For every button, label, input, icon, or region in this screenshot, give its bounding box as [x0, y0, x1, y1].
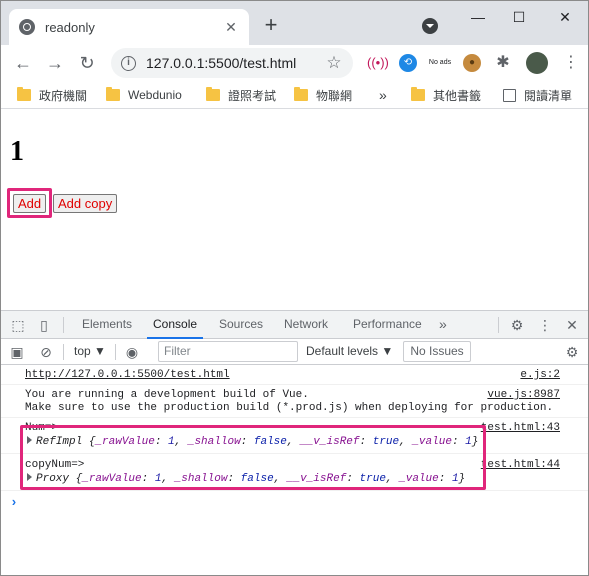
context-selector[interactable]: top ▼	[74, 344, 106, 358]
other-bookmarks-folder[interactable]: 其他書籤	[411, 86, 481, 104]
toolbar: ← → ↻ i 127.0.0.1:5500/test.html ☆ ((•))…	[1, 45, 588, 81]
tab-sources[interactable]: Sources	[219, 311, 263, 339]
tab-search-icon[interactable]	[422, 18, 438, 34]
divider	[63, 317, 64, 333]
clear-console-icon[interactable]: ⊘	[37, 343, 55, 361]
live-expression-eye-icon[interactable]: ◉	[123, 343, 141, 361]
log-source-link[interactable]: test.html:43	[481, 422, 560, 434]
folder-icon	[294, 87, 308, 101]
maximize-button[interactable]: ☐	[507, 7, 531, 27]
divider	[1, 417, 588, 418]
log-levels-dropdown[interactable]: Default levels ▼	[306, 344, 393, 358]
menu-kebab-icon[interactable]: ⋮	[559, 51, 583, 75]
close-devtools-icon[interactable]: ✕	[563, 316, 581, 334]
folder-icon	[206, 87, 220, 101]
bookmark-label: Webdunio	[128, 88, 182, 102]
highlight-box	[7, 188, 52, 218]
log-source-link[interactable]: e.js:2	[520, 369, 560, 381]
console-toolbar: ▣ ⊘ top ▼ ◉ Filter Default levels ▼ No I…	[1, 339, 588, 365]
close-window-button[interactable]: ✕	[553, 7, 577, 27]
devtools-menu-icon[interactable]: ⋮	[536, 316, 554, 334]
tab-title: readonly	[45, 19, 95, 35]
bookmark-folder[interactable]: Webdunio	[106, 86, 182, 104]
log-url-link[interactable]: http://127.0.0.1:5500/test.html	[25, 369, 230, 381]
devtools-panel: ⬚ ▯ Elements Console Sources Network Per…	[1, 310, 588, 575]
divider	[63, 344, 64, 360]
tab-console[interactable]: Console	[147, 311, 204, 339]
issues-button[interactable]: No Issues	[403, 341, 471, 362]
folder-icon	[411, 87, 425, 101]
minimize-button[interactable]: —	[466, 7, 490, 27]
add-copy-button[interactable]: Add copy	[53, 194, 118, 213]
bookmark-label: 其他書籤	[433, 88, 482, 103]
page-viewport: 1 Add Add copy	[1, 110, 588, 310]
tab-performance[interactable]: Performance	[353, 311, 422, 339]
close-tab-icon[interactable]: ✕	[223, 19, 239, 35]
divider	[115, 344, 116, 360]
bookmark-folder[interactable]: 物聯網	[294, 86, 352, 104]
tab-network[interactable]: Network	[284, 311, 328, 339]
devtools-tab-bar: ⬚ ▯ Elements Console Sources Network Per…	[1, 311, 588, 339]
bookmark-label: 證照考試	[228, 88, 277, 103]
console-filter-input[interactable]: Filter	[158, 341, 298, 362]
address-bar[interactable]: i 127.0.0.1:5500/test.html ☆	[111, 48, 353, 78]
inspect-element-icon[interactable]: ⬚	[9, 316, 27, 334]
extensions-puzzle-icon[interactable]: ✱	[494, 54, 512, 72]
info-icon[interactable]: i	[121, 55, 136, 71]
log-source-link[interactable]: test.html:44	[481, 459, 560, 471]
bookmark-label: 物聯網	[316, 88, 353, 103]
browser-window: readonly ✕ + — ☐ ✕ ← → ↻ i 127.0.0.1:550…	[0, 0, 589, 576]
bookmarks-overflow-button[interactable]: »	[379, 86, 387, 104]
reading-list-icon	[503, 88, 516, 102]
more-tabs-button[interactable]: »	[439, 311, 447, 339]
device-toolbar-icon[interactable]: ▯	[35, 316, 53, 334]
sidebar-toggle-icon[interactable]: ▣	[8, 343, 26, 361]
new-tab-button[interactable]: +	[261, 14, 281, 36]
tab-elements[interactable]: Elements	[82, 311, 132, 339]
cookie-extension-icon[interactable]: ●	[463, 54, 481, 72]
bookmark-folder[interactable]: 政府機關	[17, 86, 87, 104]
avatar[interactable]	[526, 52, 548, 74]
count-heading: 1	[10, 136, 24, 167]
divider	[1, 384, 588, 385]
noads-extension-icon[interactable]: No ads	[427, 54, 453, 72]
reading-list-button[interactable]: 閱讀清單	[503, 86, 572, 104]
console-output: http://127.0.0.1:5500/test.html e.js:2 Y…	[1, 365, 588, 575]
console-settings-gear-icon[interactable]: ⚙	[563, 343, 581, 361]
divider	[498, 317, 499, 333]
divider	[1, 490, 588, 491]
bookmark-folder[interactable]: 證照考試	[206, 86, 276, 104]
back-button[interactable]: ←	[11, 51, 35, 75]
globe-icon	[19, 19, 35, 35]
folder-icon	[17, 87, 31, 101]
share-extension-icon[interactable]: ⟲	[399, 54, 417, 72]
highlight-box	[20, 425, 486, 490]
log-message: You are running a development build of V…	[25, 389, 309, 401]
reading-list-label: 閱讀清單	[524, 88, 573, 103]
reload-button[interactable]: ↻	[75, 51, 99, 75]
console-prompt[interactable]: ›	[10, 495, 18, 510]
bookmarks-bar: 政府機關 Webdunio 證照考試 物聯網 » 其他書籤 閱讀清單	[1, 81, 588, 109]
log-source-link[interactable]: vue.js:8987	[487, 389, 560, 401]
tab-strip: readonly ✕ + — ☐ ✕	[1, 1, 588, 45]
forward-button[interactable]: →	[43, 51, 67, 75]
broadcast-extension-icon[interactable]: ((•))	[367, 54, 389, 72]
log-message: Make sure to use the production build (*…	[25, 402, 554, 414]
bookmark-label: 政府機關	[39, 88, 88, 103]
bookmark-star-icon[interactable]: ☆	[323, 53, 345, 73]
folder-icon	[106, 87, 120, 101]
url-text[interactable]: 127.0.0.1:5500/test.html	[146, 55, 323, 71]
settings-gear-icon[interactable]: ⚙	[508, 316, 526, 334]
tab-readonly[interactable]: readonly ✕	[9, 9, 249, 45]
